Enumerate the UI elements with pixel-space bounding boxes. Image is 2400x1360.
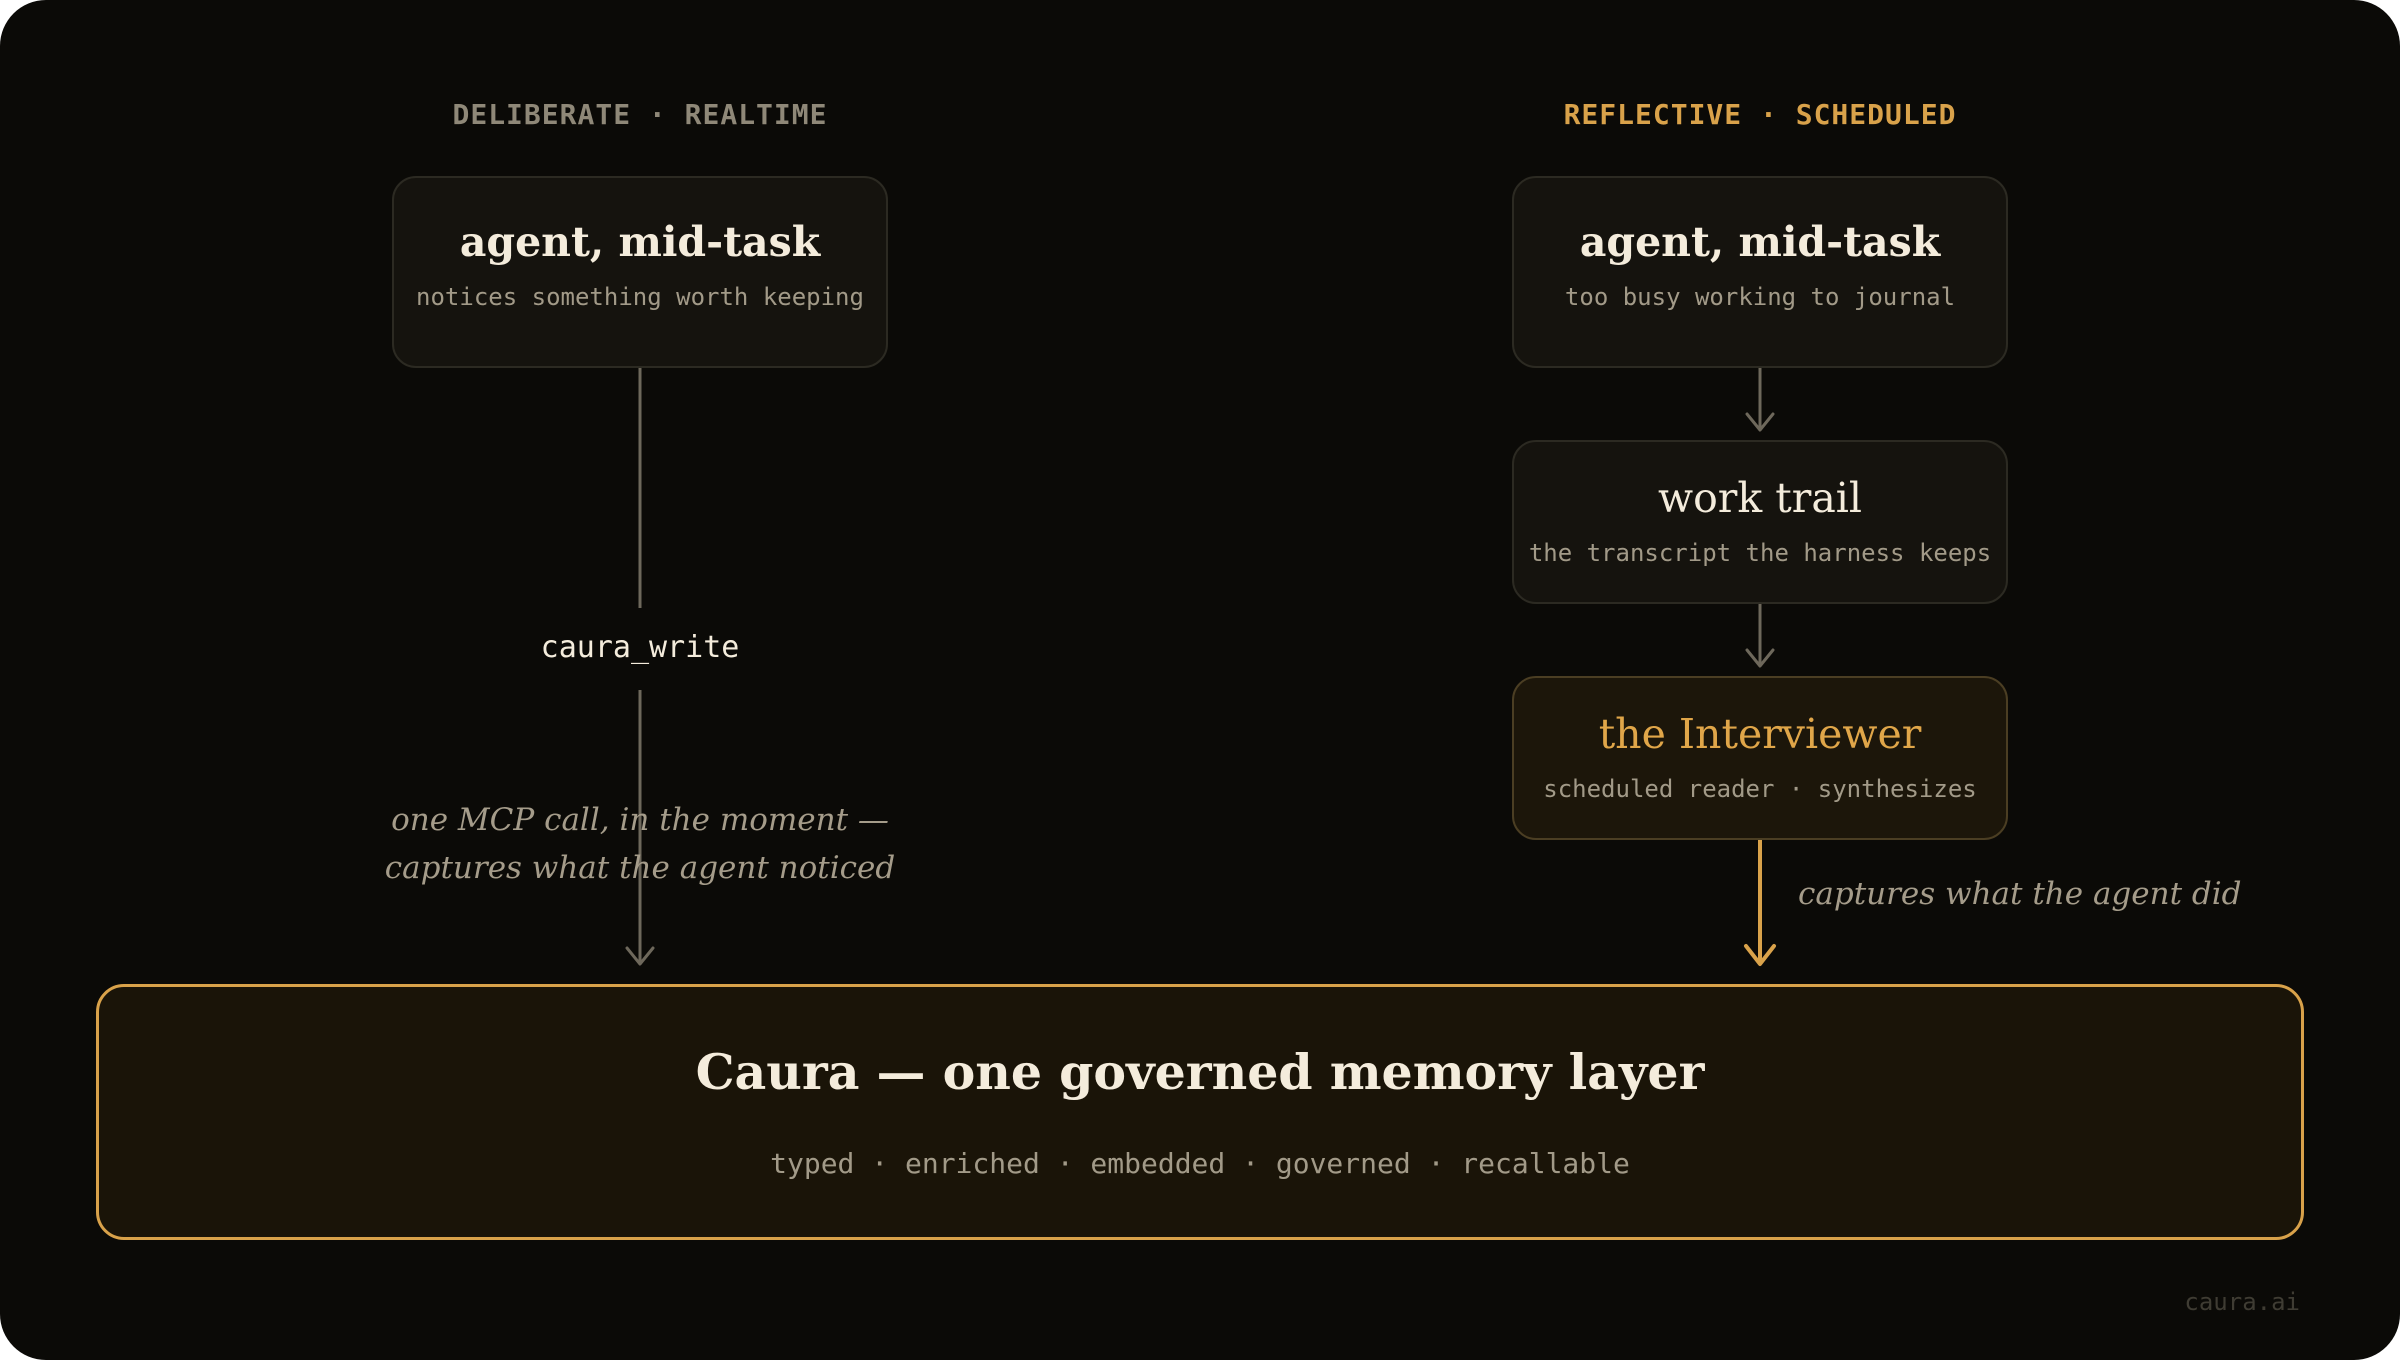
diagram-canvas: DELIBERATE · REALTIME REFLECTIVE · SCHED… [0, 0, 2400, 1360]
left-note-line-2: captures what the agent noticed [384, 850, 896, 886]
memory-layer-subtitle: typed · enriched · embedded · governed ·… [770, 1147, 1630, 1180]
right-agent-box: agent, mid-task too busy working to jour… [1512, 176, 2008, 368]
memory-layer-title: Caura — one governed memory layer [695, 1043, 1705, 1101]
footer-brand: caura.ai [2184, 1288, 2300, 1316]
left-agent-subtitle: notices something worth keeping [416, 283, 864, 311]
right-note: captures what the agent did [1798, 876, 2242, 912]
left-note-line-1: one MCP call, in the moment — [391, 802, 889, 838]
work-trail-title: work trail [1658, 474, 1862, 522]
memory-layer-box: Caura — one governed memory layer typed … [96, 984, 2304, 1240]
work-trail-subtitle: the transcript the harness keeps [1528, 539, 1992, 567]
right-agent-subtitle: too busy working to journal [1564, 283, 1956, 311]
right-agent-title: agent, mid-task [1579, 218, 1941, 266]
left-note: one MCP call, in the moment — captures w… [340, 796, 940, 892]
left-agent-title: agent, mid-task [459, 218, 821, 266]
caura-write-label: caura_write [540, 630, 740, 665]
interviewer-title: the Interviewer [1598, 710, 1922, 758]
left-agent-box: agent, mid-task notices something worth … [392, 176, 888, 368]
interviewer-box: the Interviewer scheduled reader · synth… [1512, 676, 2008, 840]
work-trail-box: work trail the transcript the harness ke… [1512, 440, 2008, 604]
interviewer-subtitle: scheduled reader · synthesizes [1543, 775, 1977, 803]
